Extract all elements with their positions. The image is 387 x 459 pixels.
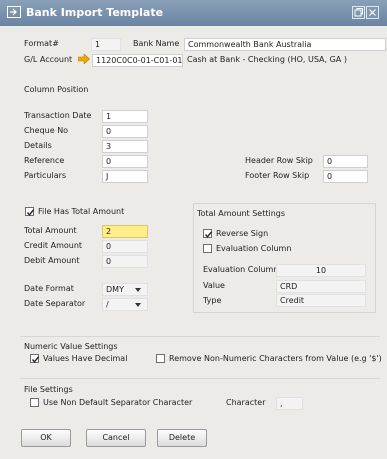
evaluation-column-checkbox[interactable]: [203, 244, 212, 253]
eval-column-field-label: Evaluation Column: [203, 265, 279, 274]
restore-button[interactable]: [352, 6, 365, 19]
title-bar: Bank Import Template: [0, 0, 387, 26]
check-icon: [31, 356, 40, 363]
debit-amount-label: Debit Amount: [24, 256, 80, 265]
gl-account-description: Cash at Bank - Checking (HO, USA, GA ): [187, 55, 347, 64]
remove-non-numeric-label: Remove Non-Numeric Characters from Value…: [169, 354, 382, 363]
date-separator-dropdown[interactable]: /: [102, 298, 148, 311]
bank-name-label: Bank Name: [133, 39, 180, 48]
numeric-value-settings-heading: Numeric Value Settings: [24, 342, 118, 351]
form-icon: [7, 6, 21, 18]
non-default-separator-checkbox[interactable]: [30, 398, 39, 407]
has-total-amount-checkbox[interactable]: [25, 207, 35, 216]
debit-amount-field[interactable]: 0: [102, 255, 148, 268]
date-separator-chevron-down-icon[interactable]: [135, 303, 141, 307]
link-arrow-icon[interactable]: [78, 54, 90, 64]
transaction-date-field[interactable]: 1: [102, 110, 148, 123]
date-format-label: Date Format: [24, 284, 74, 293]
date-separator-label: Date Separator: [24, 299, 86, 308]
file-settings-heading: File Settings: [24, 385, 73, 394]
values-have-decimal-label: Values Have Decimal: [43, 354, 128, 363]
character-label: Character: [226, 398, 266, 407]
close-icon: [369, 9, 376, 16]
bank-import-template-window: Bank Import Template Format# 1 Bank Name…: [0, 0, 387, 459]
header-row-skip-label: Header Row Skip: [245, 156, 313, 165]
total-amount-label: Total Amount: [24, 226, 77, 235]
header-row-skip-field[interactable]: 0: [323, 155, 368, 168]
eval-column-field[interactable]: 10: [276, 264, 366, 277]
date-format-value: DMY: [106, 285, 124, 294]
credit-amount-label: Credit Amount: [24, 241, 83, 250]
transaction-date-label: Transaction Date: [24, 111, 92, 120]
date-format-chevron-down-icon[interactable]: [135, 288, 141, 292]
details-label: Details: [24, 141, 52, 150]
total-amount-settings-heading: Total Amount Settings: [197, 209, 286, 218]
footer-row-skip-field[interactable]: 0: [323, 170, 368, 183]
close-button[interactable]: [366, 6, 379, 19]
ok-button[interactable]: OK: [21, 429, 71, 447]
reverse-sign-checkbox[interactable]: [203, 229, 213, 238]
type-label: Type: [203, 296, 222, 305]
date-format-dropdown[interactable]: DMY: [102, 283, 148, 296]
format-label: Format#: [24, 39, 59, 48]
value-label: Value: [203, 281, 225, 290]
type-field[interactable]: Credit: [276, 294, 366, 307]
window-title: Bank Import Template: [26, 6, 164, 19]
details-field[interactable]: 3: [102, 140, 148, 153]
non-default-separator-label: Use Non Default Separator Character: [43, 398, 193, 407]
column-position-heading: Column Position: [24, 85, 89, 94]
footer-row-skip-label: Footer Row Skip: [245, 171, 310, 180]
delete-button[interactable]: Delete: [157, 429, 207, 447]
reverse-sign-label: Reverse Sign: [216, 229, 269, 238]
remove-non-numeric-checkbox[interactable]: [156, 354, 165, 363]
total-amount-field[interactable]: 2: [102, 225, 148, 238]
divider: [20, 378, 380, 379]
cancel-button[interactable]: Cancel: [86, 429, 146, 447]
bank-name-field[interactable]: Commonwealth Bank Australia: [184, 38, 386, 51]
check-icon: [204, 231, 213, 238]
particulars-label: Particulars: [24, 171, 67, 180]
credit-amount-field[interactable]: 0: [102, 240, 148, 253]
reference-field[interactable]: 0: [102, 155, 148, 168]
particulars-field[interactable]: J: [102, 170, 148, 183]
value-field[interactable]: CRD: [276, 280, 366, 293]
cheque-no-field[interactable]: 0: [102, 125, 148, 138]
values-have-decimal-checkbox[interactable]: [30, 354, 40, 363]
gl-account-field[interactable]: 1120C0C0-01-C01-01: [92, 54, 183, 67]
evaluation-column-label: Evaluation Column: [216, 244, 292, 253]
check-icon: [26, 209, 35, 216]
format-field[interactable]: 1: [91, 38, 121, 51]
reference-label: Reference: [24, 156, 65, 165]
character-field[interactable]: ,: [276, 397, 303, 410]
has-total-amount-label: File Has Total Amount: [38, 207, 125, 216]
divider: [20, 336, 380, 337]
restore-icon: [354, 8, 363, 17]
cheque-no-label: Cheque No: [24, 126, 69, 135]
gl-account-label: G/L Account: [24, 55, 73, 64]
date-separator-value: /: [106, 300, 109, 309]
